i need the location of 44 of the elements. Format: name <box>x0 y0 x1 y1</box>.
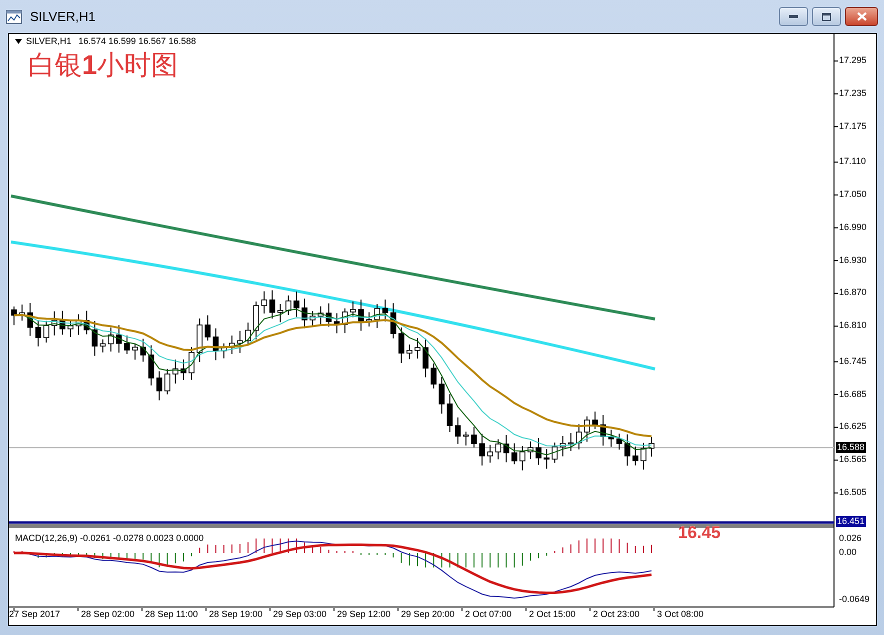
close-button[interactable] <box>845 7 878 26</box>
time-label: 28 Sep 19:00 <box>209 610 263 619</box>
chart-title: 白银1小时图 <box>28 52 178 79</box>
macd-label: MACD(12,26,9) -0.0261 -0.0278 0.0023 0.0000 <box>15 534 204 543</box>
price-label: 17.110 <box>839 157 866 166</box>
time-label: 3 Oct 08:00 <box>657 610 704 619</box>
price-label: 16.565 <box>839 455 867 464</box>
minimize-icon <box>789 15 798 18</box>
time-label: 2 Oct 07:00 <box>465 610 512 619</box>
time-label: 27 Sep 2017 <box>9 610 60 619</box>
dropdown-triangle-icon[interactable] <box>15 39 22 44</box>
quote-values: 16.574 16.599 16.567 16.588 <box>78 37 196 46</box>
maximize-button[interactable] <box>812 7 841 26</box>
price-label: 17.175 <box>839 122 867 131</box>
price-label: 16.990 <box>839 222 867 232</box>
time-label: 2 Oct 23:00 <box>593 610 640 619</box>
price-label: 16.625 <box>839 422 867 432</box>
time-label: 29 Sep 03:00 <box>273 610 327 619</box>
macd-scale-label: 0.00 <box>839 548 857 557</box>
price-label: 16.930 <box>839 256 867 265</box>
chart-window-icon <box>6 10 22 24</box>
time-label: 29 Sep 12:00 <box>337 610 391 619</box>
price-label: 16.505 <box>839 488 867 497</box>
price-label: 17.235 <box>839 88 867 98</box>
time-label: 29 Sep 20:00 <box>401 610 455 619</box>
time-label: 28 Sep 02:00 <box>81 610 135 619</box>
symbol-label: SILVER,H1 <box>26 37 72 46</box>
price-label: 16.810 <box>839 321 867 330</box>
time-label: 28 Sep 11:00 <box>145 610 198 619</box>
minimize-button[interactable] <box>779 7 808 26</box>
close-icon <box>856 12 866 21</box>
macd-scale-label: 0.026 <box>839 534 862 543</box>
level-price-label: 16.451 <box>836 516 866 528</box>
level-annotation: 16.45 <box>678 524 721 541</box>
price-label: 16.870 <box>839 288 867 298</box>
price-label: 16.745 <box>839 356 867 366</box>
macd-scale-label: -0.0649 <box>839 595 870 604</box>
price-label: 17.050 <box>839 190 867 199</box>
bid-price-label: 16.588 <box>836 442 866 453</box>
restore-icon <box>822 12 831 20</box>
price-label: 16.685 <box>839 390 867 399</box>
window-title: SILVER,H1 <box>30 8 96 26</box>
time-label: 2 Oct 15:00 <box>529 610 576 619</box>
price-label: 17.295 <box>839 56 867 65</box>
